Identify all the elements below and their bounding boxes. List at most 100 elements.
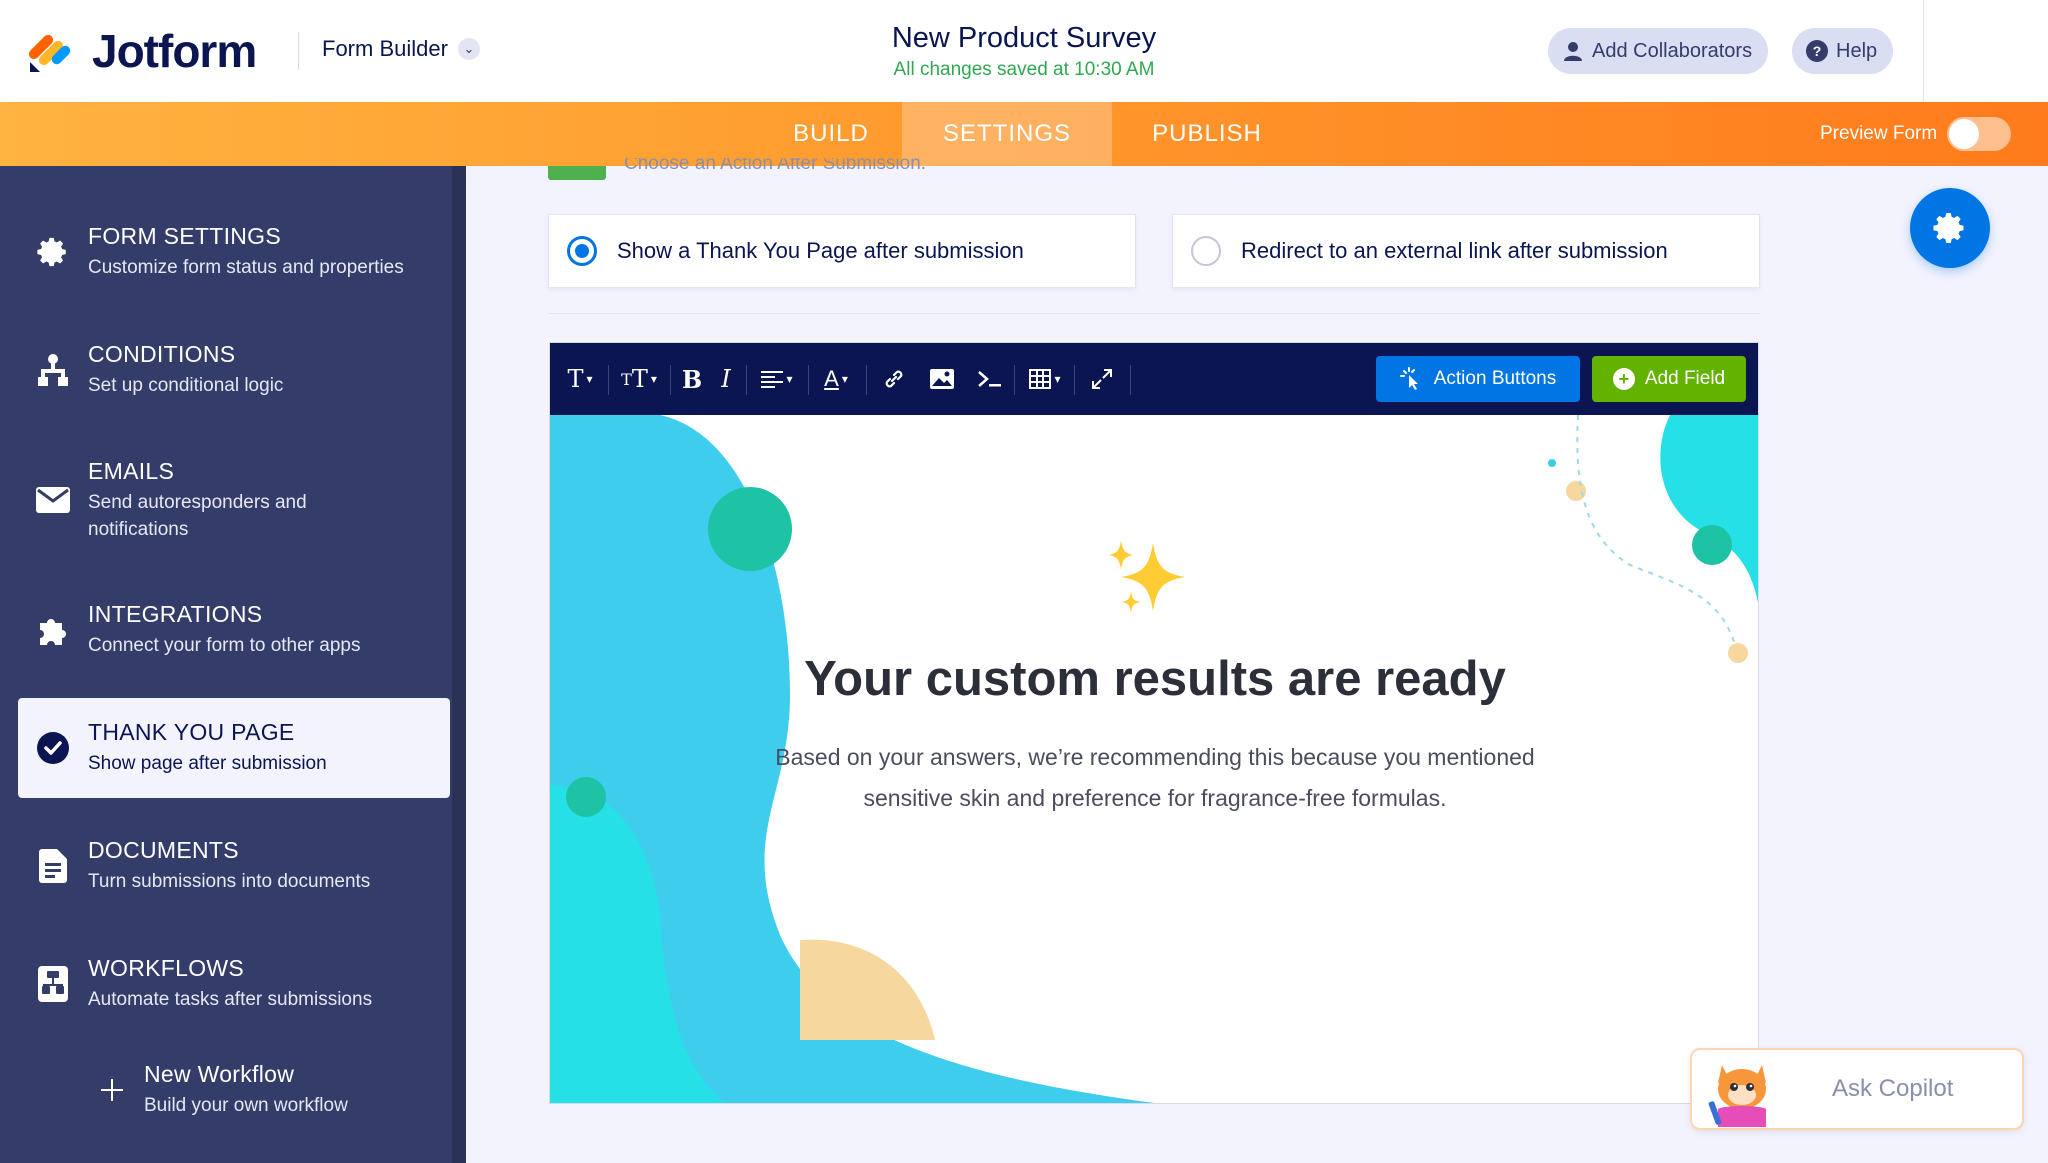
sidebar-item-title: WORKFLOWS (88, 955, 245, 981)
new-workflow-subtitle: Build your own workflow (144, 1095, 348, 1116)
terminal-icon (978, 371, 1001, 387)
italic-button[interactable]: I (712, 343, 740, 415)
ask-copilot-button[interactable]: Ask Copilot (1690, 1048, 2024, 1130)
form-title-area: New Product Survey All changes saved at … (824, 22, 1224, 81)
user-icon (1564, 42, 1582, 61)
action-buttons-label: Action Buttons (1433, 368, 1557, 389)
sidebar-item-documents[interactable]: DOCUMENTS Turn submissions into document… (18, 816, 450, 916)
jotform-logo[interactable]: Jotform (28, 24, 257, 78)
add-collaborators-button[interactable]: Add Collaborators (1548, 28, 1769, 74)
option-label: Redirect to an external link after submi… (1241, 238, 1668, 263)
sidebar-item-subtitle: Connect your form to other apps (88, 635, 361, 656)
cursor-click-icon (1399, 367, 1418, 390)
add-field-label: Add Field (1644, 368, 1726, 389)
toolbar-separator (866, 365, 867, 395)
sidebar-item-workflows[interactable]: WORKFLOWS Automate tasks after submissio… (18, 934, 450, 1034)
save-status: All changes saved at 10:30 AM (893, 59, 1155, 80)
image-icon (930, 369, 954, 389)
link-button[interactable] (872, 343, 916, 415)
puzzle-icon (18, 613, 88, 647)
toolbar-separator (1130, 365, 1131, 395)
radio-dot (575, 244, 589, 258)
sidebar-item-subtitle: Customize form status and properties (88, 257, 404, 278)
sidebar-item-subtitle: Set up conditional logic (88, 375, 284, 396)
form-builder-label: Form Builder (322, 36, 448, 61)
radio-selected[interactable] (567, 236, 597, 266)
thank-you-body-line: Based on your answers, we’re recommendin… (775, 744, 1535, 770)
divider (548, 313, 1760, 314)
editor-toolbar: T ▾ T T ▾ B I ▾ A ▾ ▾ Action Buttons + A… (550, 343, 1758, 415)
expand-icon (1092, 369, 1112, 389)
toggle-knob (1949, 119, 1980, 149)
thank-you-body-line: sensitive skin and preference for fragra… (863, 785, 1447, 811)
option-label: Show a Thank You Page after submission (617, 238, 1024, 263)
form-title[interactable]: New Product Survey (824, 22, 1224, 55)
sidebar-item-emails[interactable]: EMAILS Send autoresponders and notificat… (18, 440, 450, 560)
code-button[interactable] (968, 343, 1012, 415)
gear-icon (1933, 213, 1964, 243)
add-field-button[interactable]: + Add Field (1592, 356, 1746, 402)
fullscreen-button[interactable] (1080, 343, 1124, 415)
sidebar-item-title: FORM SETTINGS (88, 223, 282, 249)
check-circle-icon (18, 731, 88, 765)
preview-form-toggle[interactable] (1947, 117, 2012, 151)
question-icon: ? (1806, 40, 1828, 62)
copilot-cat-avatar-icon (1708, 1065, 1766, 1127)
sidebar-item-title: CONDITIONS (88, 341, 236, 367)
align-left-icon (761, 371, 784, 388)
text-color-button[interactable]: A ▾ (814, 343, 858, 415)
toolbar-separator (1074, 365, 1075, 395)
image-button[interactable] (920, 343, 964, 415)
help-label: Help (1836, 39, 1878, 62)
toolbar-separator (608, 365, 609, 395)
action-buttons-button[interactable]: Action Buttons (1376, 356, 1580, 402)
thank-you-body[interactable]: Based on your answers, we’re recommendin… (730, 737, 1580, 819)
table-icon (1029, 369, 1052, 389)
sidebar-item-title: THANK YOU PAGE (88, 719, 295, 745)
workflow-icon (18, 966, 88, 1002)
preview-form-label: Preview Form (1820, 123, 1938, 144)
plus-icon (80, 1079, 144, 1101)
font-size-button[interactable]: T T ▾ (614, 343, 664, 415)
settings-fab-button[interactable] (1910, 188, 1990, 268)
text-style-button[interactable]: T ▾ (558, 343, 602, 415)
table-button[interactable]: ▾ (1020, 343, 1070, 415)
ask-copilot-label: Ask Copilot (1832, 1075, 1954, 1102)
sidebar-item-form-settings[interactable]: FORM SETTINGS Customize form status and … (18, 202, 450, 302)
radio-unselected[interactable] (1191, 236, 1221, 266)
option-thank-you-page[interactable]: Show a Thank You Page after submission (548, 214, 1136, 288)
section-heading-partial: Choose an Action After Submission. (624, 158, 927, 174)
form-builder-dropdown[interactable]: Form Builder ⌄ (322, 36, 480, 62)
sidebar-scrollbar[interactable] (452, 166, 466, 1163)
sidebar-item-integrations[interactable]: INTEGRATIONS Connect your form to other … (18, 580, 450, 680)
toolbar-separator (808, 365, 809, 395)
thank-you-heading[interactable]: Your custom results are ready (550, 651, 1758, 707)
sidebar-item-subtitle: Send autoresponders and notifications (88, 491, 307, 540)
sidebar-item-subtitle: Automate tasks after submissions (88, 989, 373, 1010)
header-separator (1923, 0, 1924, 102)
tab-publish[interactable]: PUBLISH (1112, 102, 1302, 166)
tab-settings[interactable]: SETTINGS (902, 102, 1112, 166)
align-button[interactable]: ▾ (754, 343, 800, 415)
main-nav: BUILD SETTINGS PUBLISH Preview Form (0, 102, 2048, 166)
sidebar-item-title: EMAILS (88, 457, 175, 484)
toolbar-separator (746, 365, 747, 395)
sidebar-item-conditions[interactable]: CONDITIONS Set up conditional logic (18, 320, 450, 420)
plus-circle-icon: + (1612, 368, 1635, 390)
chevron-down-icon: ⌄ (457, 38, 480, 60)
option-redirect-link[interactable]: Redirect to an external link after submi… (1172, 214, 1760, 288)
sidebar-item-thank-you-page[interactable]: THANK YOU PAGE Show page after submissio… (18, 698, 450, 798)
jotform-logo-icon (28, 34, 71, 72)
thank-you-canvas[interactable]: Your custom results are ready Based on y… (550, 415, 1758, 1103)
add-collaborators-label: Add Collaborators (1592, 39, 1753, 62)
help-button[interactable]: ? Help (1792, 28, 1894, 74)
sparkles-icon (1109, 541, 1185, 613)
sidebar-item-title: DOCUMENTS (88, 837, 239, 863)
sidebar-item-title: INTEGRATIONS (88, 601, 263, 627)
sidebar-item-new-workflow[interactable]: New Workflow Build your own workflow (80, 1040, 450, 1140)
logo-text: Jotform (92, 25, 257, 77)
section-marker (548, 166, 606, 180)
tab-build[interactable]: BUILD (760, 102, 902, 166)
bold-button[interactable]: B (676, 343, 708, 415)
toolbar-separator (1014, 365, 1015, 395)
